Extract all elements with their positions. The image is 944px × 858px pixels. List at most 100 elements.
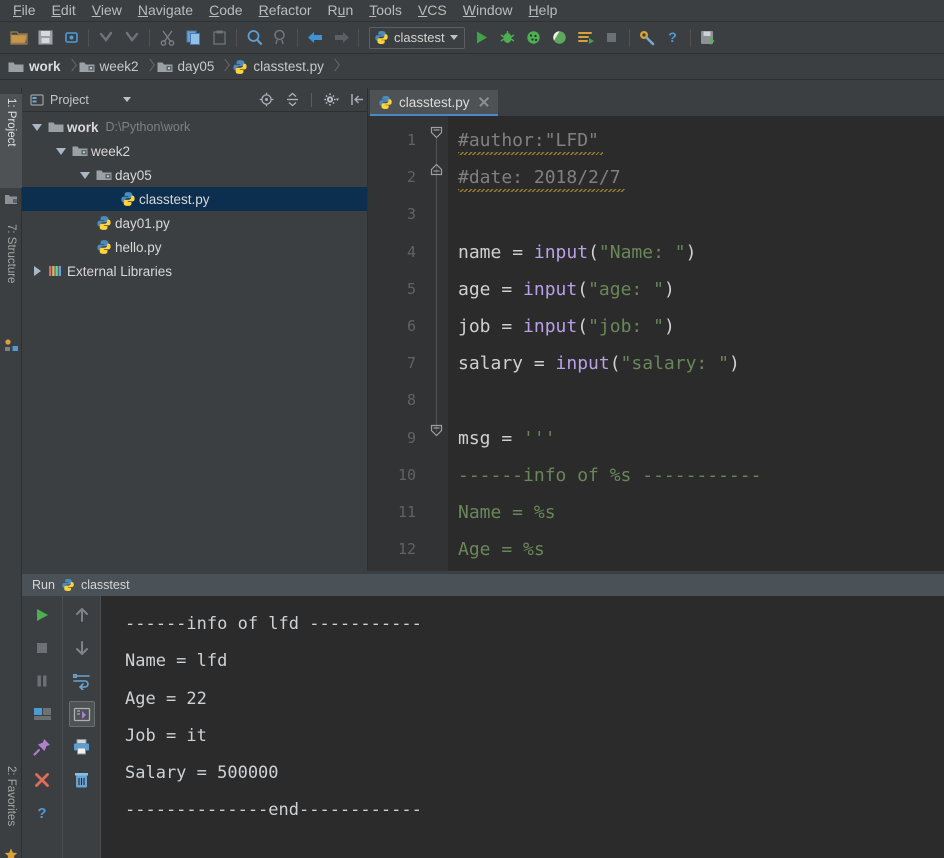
code-token-white: =	[501, 427, 524, 449]
fold-end-icon[interactable]	[430, 163, 443, 176]
tree-node-label: hello.py	[115, 239, 162, 255]
code-line[interactable]: Age = %s	[458, 531, 944, 568]
pin-tab-icon[interactable]	[29, 734, 55, 760]
chevron-down-icon[interactable]	[78, 168, 92, 182]
redo-icon[interactable]	[119, 25, 145, 51]
close-icon[interactable]	[29, 767, 55, 793]
help-icon[interactable]: ?	[660, 25, 686, 51]
scroll-up-icon[interactable]	[69, 602, 95, 628]
print-icon[interactable]	[69, 734, 95, 760]
code-token-white: name	[458, 241, 513, 263]
menu-item-file[interactable]: File	[6, 0, 43, 21]
sidebar-item-favorites[interactable]: 2: Favorites	[0, 762, 22, 844]
paste-icon[interactable]	[206, 25, 232, 51]
run-configuration-selector[interactable]: classtest	[369, 26, 465, 49]
fold-collapse-icon[interactable]	[430, 424, 443, 437]
toolbar-separator	[628, 28, 630, 47]
replace-icon[interactable]	[267, 25, 293, 51]
tab-classtest-py[interactable]: classtest.py	[370, 90, 498, 116]
code-line[interactable]: name = input("Name: ")	[458, 234, 944, 271]
breadcrumb-item-work[interactable]: work	[4, 54, 68, 80]
undo-icon[interactable]	[93, 25, 119, 51]
bottom-tool-window-stripe: 2: Favorites	[0, 762, 22, 858]
menu-item-window[interactable]: Window	[456, 0, 520, 21]
menu-item-run[interactable]: Run	[321, 0, 361, 21]
code-line[interactable]	[458, 382, 944, 419]
breadcrumb-item-classtest-py[interactable]: classtest.py	[228, 54, 331, 80]
menu-item-tools[interactable]: Tools	[362, 0, 409, 21]
tree-node-selected[interactable]: classtest.py	[22, 187, 367, 211]
menu-item-vcs[interactable]: VCS	[411, 0, 454, 21]
clear-all-icon[interactable]	[69, 767, 95, 793]
code-line[interactable]	[458, 196, 944, 233]
find-icon[interactable]	[241, 25, 267, 51]
save-all-icon[interactable]	[32, 25, 58, 51]
tree-node[interactable]: hello.py	[22, 235, 367, 259]
menu-item-help[interactable]: Help	[522, 0, 565, 21]
console-output[interactable]: ------info of lfd ----------- Name = lfd A…	[100, 596, 944, 858]
sidebar-item-project[interactable]: 1: Project	[0, 94, 22, 188]
close-icon[interactable]	[478, 96, 490, 108]
debug-icon[interactable]	[495, 25, 521, 51]
code-text-area[interactable]: #author:"LFD" #date: 2018/2/7 name = inpu…	[448, 116, 944, 571]
stop-icon[interactable]	[599, 25, 625, 51]
chevron-down-icon[interactable]	[30, 120, 44, 134]
run-with-console-icon[interactable]	[573, 25, 599, 51]
pause-icon[interactable]	[29, 668, 55, 694]
tree-node[interactable]: day01.py	[22, 211, 367, 235]
forward-icon[interactable]	[328, 25, 354, 51]
settings-gear-icon[interactable]	[321, 90, 341, 110]
code-line[interactable]: #date: 2018/2/7	[458, 159, 944, 196]
hide-panel-icon[interactable]	[347, 90, 367, 110]
run-icon[interactable]	[469, 25, 495, 51]
fold-collapse-icon[interactable]	[430, 126, 443, 139]
back-icon[interactable]	[302, 25, 328, 51]
locate-target-icon[interactable]	[256, 90, 276, 110]
tree-node[interactable]: day05	[22, 163, 367, 187]
chevron-down-icon[interactable]	[54, 144, 68, 158]
menu-item-code[interactable]: Code	[202, 0, 249, 21]
tree-node[interactable]: External Libraries	[22, 259, 367, 283]
code-folding-gutter[interactable]	[426, 116, 448, 571]
code-line[interactable]: msg = '''	[458, 420, 944, 457]
scroll-down-icon[interactable]	[69, 635, 95, 661]
cut-icon[interactable]	[154, 25, 180, 51]
collapse-all-icon[interactable]	[282, 90, 302, 110]
line-number: 9	[406, 428, 416, 447]
tree-node[interactable]: work D:\Python\work	[22, 115, 367, 139]
chevron-down-icon[interactable]	[449, 35, 458, 40]
editor-body[interactable]: 1 2 3 4 5 6 7 8 9 10 11 12 #author:"LFD" #date: 2018…	[368, 116, 944, 571]
breadcrumb-item-day05[interactable]: day05	[153, 54, 222, 80]
tree-node[interactable]: week2	[22, 139, 367, 163]
code-line[interactable]: ------info of %s -----------	[458, 457, 944, 494]
sync-refresh-icon[interactable]	[58, 25, 84, 51]
code-line[interactable]: #author:"LFD"	[458, 122, 944, 159]
settings-wrench-icon[interactable]	[634, 25, 660, 51]
menu-item-view[interactable]: View	[85, 0, 129, 21]
menu-item-navigate[interactable]: Navigate	[131, 0, 200, 21]
restore-layout-icon[interactable]	[29, 701, 55, 727]
soft-wrap-icon[interactable]	[69, 668, 95, 694]
update-project-icon[interactable]	[695, 25, 721, 51]
help-icon[interactable]: ?	[29, 800, 55, 826]
code-line[interactable]: salary = input("salary: ")	[458, 345, 944, 382]
chevron-down-icon[interactable]	[122, 97, 131, 102]
chevron-right-icon[interactable]	[30, 264, 44, 278]
breadcrumb-item-week2[interactable]: week2	[75, 54, 146, 80]
stop-icon[interactable]	[29, 635, 55, 661]
code-line[interactable]: job = input("job: ")	[458, 308, 944, 345]
sidebar-item-structure[interactable]: 7: Structure	[0, 220, 22, 332]
code-line[interactable]: age = input("age: ")	[458, 271, 944, 308]
menu-item-edit[interactable]: Edit	[45, 0, 83, 21]
menu-item-refactor[interactable]: Refactor	[252, 0, 319, 21]
code-line[interactable]: Name = %s	[458, 494, 944, 531]
rerun-icon[interactable]	[29, 602, 55, 628]
profile-icon[interactable]	[547, 25, 573, 51]
open-folder-icon[interactable]	[6, 25, 32, 51]
copy-icon[interactable]	[180, 25, 206, 51]
coverage-icon[interactable]	[521, 25, 547, 51]
project-tree[interactable]: work D:\Python\work week2 day05 classtest.py…	[22, 112, 367, 571]
project-panel-title: Project	[50, 92, 89, 107]
scroll-to-end-icon[interactable]	[68, 701, 95, 727]
